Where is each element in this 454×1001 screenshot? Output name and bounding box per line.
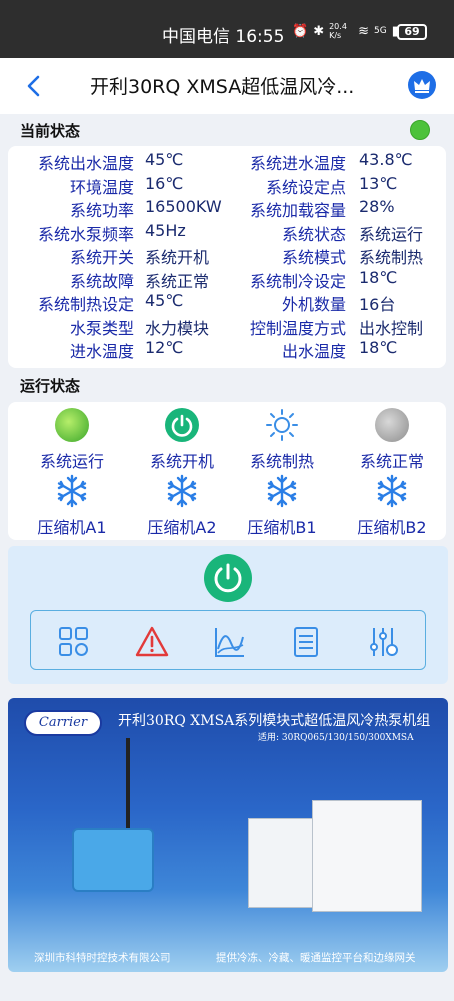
banner-company: 深圳市科特时控技术有限公司 [34, 952, 171, 964]
indicator-6: 压缩机A2 [132, 474, 232, 538]
indicator-label: 系统开机 [149, 452, 214, 471]
status-value: 系统制热 [359, 248, 424, 267]
status-value: 13℃ [359, 173, 398, 193]
sun-icon [265, 408, 299, 442]
run-status-card: 系统运行 系统开机 系统制热 系统正常压缩机A1 压缩机A2 压缩机B1 压缩机B2 [8, 402, 446, 540]
net-speed: 20.4 K/s [329, 22, 347, 40]
alarm-icon: ⏰ [292, 23, 309, 39]
crown-icon[interactable] [408, 71, 436, 99]
status-label: 控制温度方式 [249, 318, 346, 338]
carrier-logo: Carrier [24, 710, 102, 736]
status-label: 出水温度 [281, 342, 346, 361]
online-status-icon [410, 120, 430, 140]
banner-slogan: 提供冷冻、冷藏、暖通监控平台和边缘网关 [216, 952, 416, 964]
status-value: 18℃ [359, 338, 398, 357]
indicator-1: 系统运行 [22, 408, 122, 472]
toolbar [30, 610, 426, 670]
snowflake-icon [165, 474, 199, 508]
indicator-label: 压缩机A1 [37, 518, 107, 537]
current-status-heading: 当前状态 [20, 122, 81, 140]
status-value: 出水控制 [359, 318, 424, 338]
system-status-bar: 中国电信 16:55 ⏰ ✱ 20.4 K/s ≋ 5G ▮ 69 [0, 0, 454, 58]
product-banner: Carrier 开利30RQ XMSA系列模块式超低温风冷热泵机组 适用: 30… [8, 698, 448, 972]
snowflake-icon [55, 474, 89, 508]
wifi-icon: ≋ [358, 23, 369, 39]
status-label: 系统进水温度 [249, 154, 346, 173]
banner-title: 开利30RQ XMSA系列模块式超低温风冷热泵机组 [118, 713, 431, 729]
indicator-7: 压缩机B1 [232, 474, 332, 538]
indicator-5: 压缩机A1 [22, 474, 122, 538]
status-label: 水泵类型 [69, 318, 134, 338]
status-label: 环境温度 [69, 177, 134, 197]
carrier-time: 中国电信 16:55 [162, 27, 285, 47]
heat-pump-unit-image-large [312, 800, 422, 912]
status-label: 系统故障 [69, 271, 134, 291]
indicator-2: 系统开机 [132, 408, 232, 472]
run-status-heading: 运行状态 [20, 377, 81, 395]
app-header: 开利30RQ XMSA超低温风冷... [0, 58, 454, 114]
status-label: 外机数量 [281, 295, 346, 314]
power-on-icon [165, 408, 199, 442]
status-value: 43.8℃ [359, 150, 413, 169]
status-label: 系统设定点 [265, 177, 346, 197]
snowflake-icon [375, 474, 409, 508]
running-dot-icon [55, 408, 89, 442]
status-label: 系统开关 [69, 248, 134, 267]
antenna-image [126, 738, 130, 830]
snowflake-icon [265, 474, 299, 508]
status-label: 系统状态 [281, 224, 346, 244]
power-icon [214, 563, 242, 593]
status-value: 18℃ [359, 267, 398, 287]
indicator-label: 系统正常 [359, 452, 424, 471]
signal-type: 5G [374, 26, 387, 36]
status-label: 系统制热设定 [37, 295, 134, 314]
page-title: 开利30RQ XMSA超低温风冷... [90, 76, 355, 98]
indicator-label: 压缩机A2 [147, 518, 217, 537]
indicator-label: 压缩机B2 [357, 518, 427, 537]
indicator-label: 系统运行 [39, 452, 104, 471]
status-label: 系统出水温度 [37, 154, 134, 173]
gateway-device-image [72, 828, 154, 892]
indicator-4: 系统正常 [342, 408, 442, 472]
indicator-label: 系统制热 [249, 452, 314, 471]
status-label: 系统制冷设定 [249, 271, 346, 291]
status-label: 系统水泵频率 [37, 224, 134, 244]
status-value: 28% [359, 197, 395, 216]
back-arrow-icon[interactable] [20, 72, 48, 100]
status-value: 16台 [359, 295, 396, 314]
status-label: 进水温度 [69, 342, 134, 361]
status-icons: ⏰ ✱ 20.4 K/s ≋ 5G ▮ [292, 22, 399, 40]
indicator-label: 压缩机B1 [247, 518, 317, 537]
status-label: 系统模式 [281, 248, 346, 267]
alarm-warning-icon[interactable] [135, 625, 169, 659]
indicator-8: 压缩机B2 [342, 474, 442, 538]
banner-subtitle: 适用: 30RQ065/130/150/300XMSA [258, 733, 414, 743]
control-panel [8, 546, 448, 684]
normal-dot-icon [375, 408, 409, 442]
list-document-icon[interactable] [289, 625, 323, 659]
battery-icon: 69 [397, 24, 427, 40]
indicator-3: 系统制热 [232, 408, 332, 472]
status-value: 系统运行 [359, 224, 424, 244]
dashboard-grid-icon[interactable] [57, 625, 91, 659]
bluetooth-icon: ✱ [313, 23, 325, 39]
settings-sliders-icon[interactable] [367, 625, 401, 659]
trend-chart-icon[interactable] [213, 625, 247, 659]
status-label: 系统加载容量 [249, 201, 346, 220]
power-button[interactable] [204, 554, 252, 602]
status-label: 系统功率 [69, 201, 134, 220]
battery-level: 69 [404, 25, 420, 38]
current-status-card: 系统出水温度 45℃ 系统进水温度 43.8℃ 环境温度 16℃ 系统设定点 13℃ 系统功率 1… [8, 146, 446, 368]
